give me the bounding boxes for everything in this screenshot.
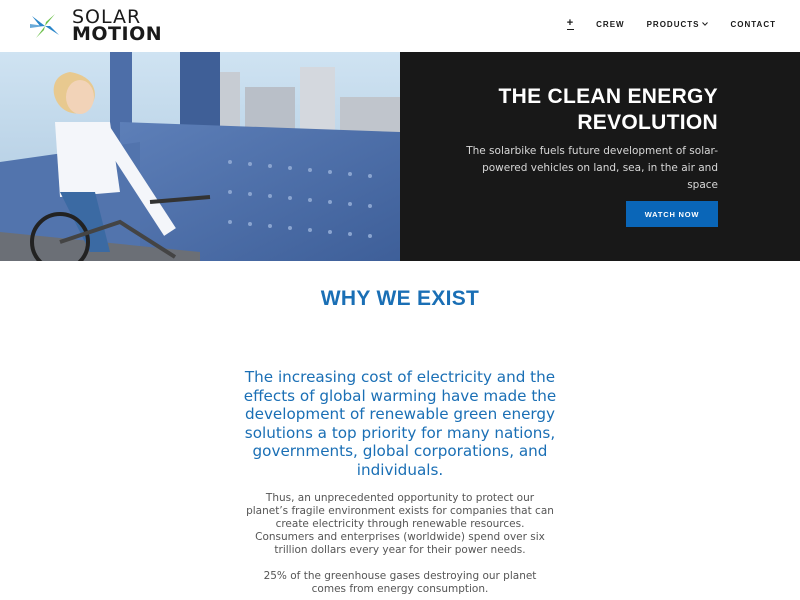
plus-icon: + (566, 17, 575, 30)
nav-item-label: CONTACT (730, 19, 776, 29)
nav-item-label: CREW (596, 19, 625, 29)
pinwheel-logo-icon (30, 14, 59, 38)
main-nav: + CREW PRODUCTS CONTACT (545, 18, 776, 30)
section-title: WHY WE EXIST (320, 287, 480, 310)
hero-photo (0, 52, 400, 261)
brand-line-2: MOTION (72, 23, 163, 45)
hero-subtitle: The solarbike fuels future development o… (466, 145, 718, 191)
lead-paragraph: The increasing cost of electricity and t… (243, 368, 557, 479)
brand-name: SOLAR MOTION (72, 8, 163, 45)
nav-item-label: PRODUCTS (646, 19, 700, 29)
hero-title: THE CLEAN ENERGY REVOLUTION (498, 85, 718, 134)
site-header: SOLAR MOTION + CREW PRODUCTS CONTACT (0, 0, 800, 52)
chevron-down-icon (702, 22, 709, 26)
nav-item-products[interactable]: PRODUCTS (647, 20, 709, 29)
brand-logo[interactable]: SOLAR MOTION (26, 8, 163, 45)
cyclist-on-bridge-illustration (0, 52, 400, 261)
body-paragraph-1: Thus, an unprecedented opportunity to pr… (246, 492, 554, 556)
hero-section: THE CLEAN ENERGY REVOLUTION The solarbik… (0, 52, 800, 261)
watch-now-button[interactable]: WATCH NOW (626, 201, 718, 227)
nav-item-plus[interactable]: + (566, 17, 575, 30)
body-paragraph-2: 25% of the greenhouse gases destroying o… (263, 570, 537, 595)
nav-item-contact[interactable]: CONTACT (730, 20, 776, 29)
nav-item-crew[interactable]: CREW (596, 20, 624, 29)
